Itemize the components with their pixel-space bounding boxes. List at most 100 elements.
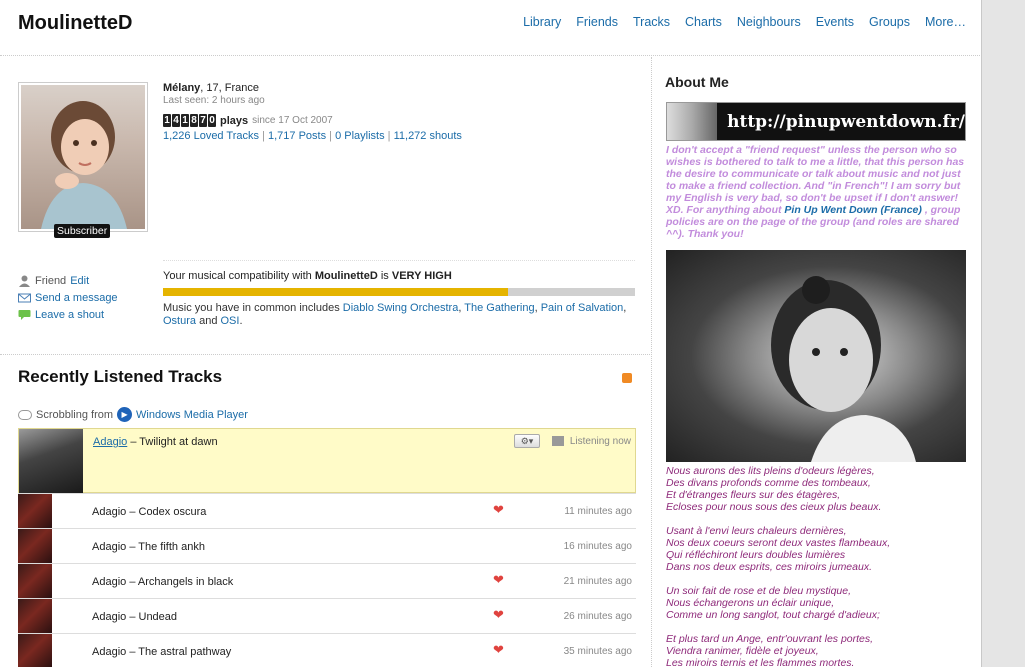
- group-link[interactable]: Pin Up Went Down (France): [784, 204, 921, 216]
- track-row[interactable]: Adagio – Codex oscura ❤ 11 minutes ago: [18, 493, 636, 528]
- artist-name[interactable]: Adagio: [92, 646, 126, 658]
- scrobbling-from: Scrobbling from ▶ Windows Media Player: [18, 407, 248, 422]
- artist-link[interactable]: Adagio: [93, 436, 127, 448]
- track-name[interactable]: The astral pathway: [138, 646, 231, 658]
- nav-library[interactable]: Library: [523, 15, 561, 29]
- compatibility-text: Your musical compatibility with Moulinet…: [163, 270, 635, 282]
- loved-tracks-link[interactable]: 1,226 Loved Tracks: [163, 130, 259, 142]
- avatar[interactable]: [18, 82, 148, 232]
- leave-shout-action[interactable]: Leave a shout: [18, 308, 148, 321]
- poem-stanza: Usant à l'envi leurs chaleurs dernières,…: [666, 525, 966, 573]
- posts-link[interactable]: 1,717 Posts: [268, 130, 326, 142]
- last-seen: Last seen: 2 hours ago: [163, 95, 265, 106]
- nav-events[interactable]: Events: [816, 15, 854, 29]
- poem-line: Usant à l'envi leurs chaleurs dernières,: [666, 525, 847, 537]
- profile-info: Mélany, 17, France Last seen: 2 hours ag…: [163, 82, 643, 142]
- album-art[interactable]: [19, 429, 83, 493]
- digit: 1: [181, 114, 189, 127]
- common-artist-link[interactable]: The Gathering: [464, 302, 534, 314]
- gear-icon[interactable]: ⚙▾: [514, 434, 540, 448]
- poem-line: Viendra ranimer, fidèle et joyeux,: [666, 645, 819, 657]
- album-art[interactable]: [18, 564, 52, 598]
- scrobbling-label: Scrobbling from: [36, 408, 114, 421]
- bar-chart-icon: [552, 436, 564, 446]
- nav-friends[interactable]: Friends: [576, 15, 618, 29]
- banner-url: http://pinupwentdown.fr/: [727, 111, 965, 132]
- about-text: I don't accept a "friend request" unless…: [666, 144, 966, 240]
- track-name[interactable]: Twilight at dawn: [139, 436, 217, 448]
- common-artist-link[interactable]: Ostura: [163, 315, 196, 327]
- player-link[interactable]: Windows Media Player: [136, 409, 248, 421]
- poem-stanza: Et plus tard un Ange, entr'ouvrant les p…: [666, 633, 966, 667]
- digit: 7: [199, 114, 207, 127]
- send-message-link[interactable]: Send a message: [35, 292, 118, 304]
- common-artist-link[interactable]: OSI: [221, 315, 240, 327]
- leave-shout-link[interactable]: Leave a shout: [35, 309, 104, 321]
- album-art[interactable]: [18, 599, 52, 633]
- profile-details: , 17, France: [200, 82, 259, 94]
- avatar-image: [21, 85, 145, 229]
- album-art[interactable]: [18, 494, 52, 528]
- friend-status: Friend Edit: [18, 274, 148, 287]
- artist-name[interactable]: Adagio: [92, 541, 126, 553]
- profile-nav: Library Friends Tracks Charts Neighbours…: [508, 15, 966, 29]
- track-row[interactable]: Adagio – Archangels in black ❤ 21 minute…: [18, 563, 636, 598]
- shouts-link[interactable]: 11,272 shouts: [394, 130, 462, 142]
- track-row[interactable]: Adagio – The fifth ankh 16 minutes ago: [18, 528, 636, 563]
- playlists-link[interactable]: 0 Playlists: [335, 130, 385, 142]
- poem-line: Les miroirs ternis et les flammes mortes…: [666, 657, 855, 667]
- about-photo: [666, 250, 966, 462]
- recent-tracks-title[interactable]: Recently Listened Tracks: [18, 367, 222, 387]
- plays-since: since 17 Oct 2007: [252, 115, 333, 126]
- album-art[interactable]: [18, 634, 52, 667]
- poem-line: Qui réfléchiront leurs doubles lumières: [666, 549, 846, 561]
- banner-thumb: [667, 103, 718, 140]
- profile-stats: 1,226 Loved Tracks | 1,717 Posts | 0 Pla…: [163, 130, 462, 142]
- album-art[interactable]: [18, 529, 52, 563]
- poem-stanza: Nous aurons des lits pleins d'odeurs lég…: [666, 465, 966, 513]
- track-time: 21 minutes ago: [563, 576, 632, 587]
- send-message-action[interactable]: Send a message: [18, 291, 148, 304]
- track-name[interactable]: Undead: [139, 611, 178, 623]
- about-sidebar: About Me http://pinupwentdown.fr/ I don'…: [665, 57, 967, 667]
- banner-image[interactable]: http://pinupwentdown.fr/: [666, 102, 966, 141]
- envelope-icon: [18, 292, 31, 304]
- poem-stanza: Un soir fait de rose et de bleu mystique…: [666, 585, 966, 621]
- track-title: Adagio – Undead: [92, 611, 178, 623]
- friend-label: Friend: [35, 274, 67, 287]
- artist-name[interactable]: Adagio: [92, 611, 126, 623]
- artist-name[interactable]: Adagio: [92, 576, 126, 588]
- nav-charts[interactable]: Charts: [685, 15, 722, 29]
- rss-icon[interactable]: [622, 373, 632, 383]
- recent-tracks-list: Adagio – Twilight at dawn ⚙▾ Listening n…: [18, 428, 636, 667]
- common-artist-link[interactable]: Diablo Swing Orchestra: [343, 302, 459, 314]
- compatibility: Your musical compatibility with Moulinet…: [163, 270, 635, 328]
- nav-neighbours[interactable]: Neighbours: [737, 15, 801, 29]
- track-title: Adagio – The fifth ankh: [92, 541, 205, 553]
- poem-line: Des divans profonds comme des tombeaux,: [666, 477, 871, 489]
- common-artist-link[interactable]: Pain of Salvation: [541, 302, 624, 314]
- poem-line: Et plus tard un Ange, entr'ouvrant les p…: [666, 633, 874, 645]
- nav-more[interactable]: More…: [925, 15, 966, 29]
- poem-line: Dans nos deux esprits, ces miroirs jumea…: [666, 561, 872, 573]
- common-prefix: Music you have in common includes: [163, 302, 340, 314]
- track-time: 35 minutes ago: [563, 646, 632, 657]
- poem-line: Nous échangerons un éclair unique,: [666, 597, 835, 609]
- digit: 1: [163, 114, 171, 127]
- track-title: Adagio – Twilight at dawn: [93, 436, 218, 448]
- nav-groups[interactable]: Groups: [869, 15, 910, 29]
- profile-actions: Friend Edit Send a message Leave a shout: [18, 274, 148, 325]
- track-row[interactable]: Adagio – Undead ❤ 26 minutes ago: [18, 598, 636, 633]
- track-title: Adagio – The astral pathway: [92, 646, 232, 658]
- nav-tracks[interactable]: Tracks: [633, 15, 670, 29]
- track-row-now-playing[interactable]: Adagio – Twilight at dawn ⚙▾ Listening n…: [18, 428, 636, 493]
- track-row[interactable]: Adagio – The astral pathway ❤ 35 minutes…: [18, 633, 636, 667]
- poem-line: Nos deux coeurs seront deux vastes flamb…: [666, 537, 891, 549]
- track-name[interactable]: The fifth ankh: [138, 541, 205, 553]
- track-name[interactable]: Archangels in black: [138, 576, 233, 588]
- profile-main: Subscriber Mélany, 17, France Last seen:…: [0, 57, 652, 667]
- track-name[interactable]: Codex oscura: [139, 506, 207, 518]
- profile-username[interactable]: MoulinetteD: [18, 12, 132, 35]
- edit-friend-link[interactable]: Edit: [70, 275, 89, 287]
- artist-name[interactable]: Adagio: [92, 506, 126, 518]
